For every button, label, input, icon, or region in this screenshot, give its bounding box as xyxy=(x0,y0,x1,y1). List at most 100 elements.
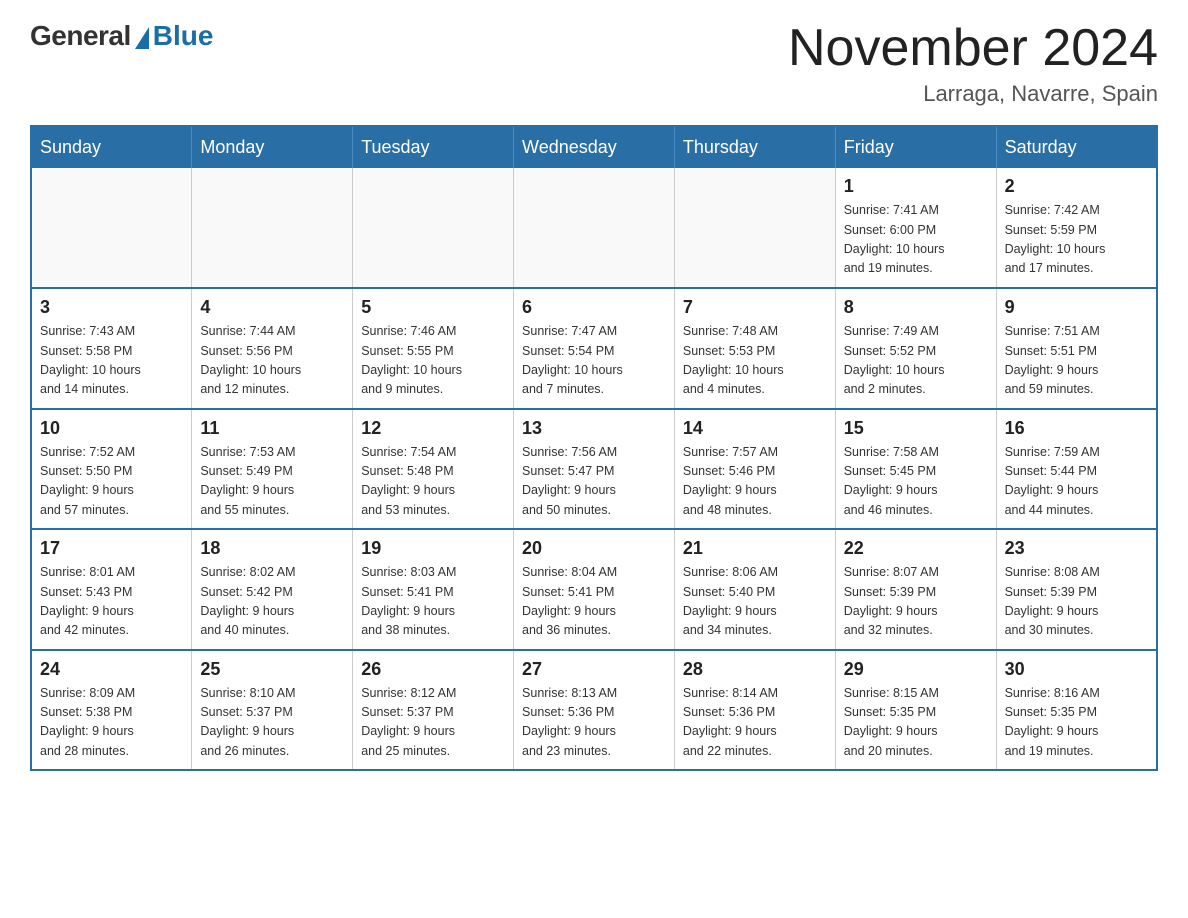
day-number: 20 xyxy=(522,538,666,559)
table-row xyxy=(674,168,835,288)
location-subtitle: Larraga, Navarre, Spain xyxy=(788,81,1158,107)
week-row-5: 24 Sunrise: 8:09 AM Sunset: 5:38 PM Dayli… xyxy=(31,650,1157,771)
day-info: Sunrise: 8:06 AM Sunset: 5:40 PM Dayligh… xyxy=(683,563,827,641)
day-number: 13 xyxy=(522,418,666,439)
day-info: Sunrise: 8:10 AM Sunset: 5:37 PM Dayligh… xyxy=(200,684,344,762)
day-number: 15 xyxy=(844,418,988,439)
day-info: Sunrise: 8:15 AM Sunset: 5:35 PM Dayligh… xyxy=(844,684,988,762)
page-header: General Blue November 2024 Larraga, Nava… xyxy=(30,20,1158,107)
day-info: Sunrise: 8:09 AM Sunset: 5:38 PM Dayligh… xyxy=(40,684,183,762)
table-row: 29Sunrise: 8:15 AM Sunset: 5:35 PM Dayli… xyxy=(835,650,996,771)
table-row: 6Sunrise: 7:47 AM Sunset: 5:54 PM Daylig… xyxy=(514,288,675,409)
day-info: Sunrise: 8:01 AM Sunset: 5:43 PM Dayligh… xyxy=(40,563,183,641)
day-info: Sunrise: 8:03 AM Sunset: 5:41 PM Dayligh… xyxy=(361,563,505,641)
table-row: 12 Sunrise: 7:54 AM Sunset: 5:48 PM Dayli… xyxy=(353,409,514,530)
day-info: Sunrise: 7:51 AM Sunset: 5:51 PM Dayligh… xyxy=(1005,322,1148,400)
logo: General Blue xyxy=(30,20,213,52)
title-section: November 2024 Larraga, Navarre, Spain xyxy=(788,20,1158,107)
table-row: 11 Sunrise: 7:53 AM Sunset: 5:49 PM Dayli… xyxy=(192,409,353,530)
day-number: 2 xyxy=(1005,176,1148,197)
day-number: 26 xyxy=(361,659,505,680)
day-number: 11 xyxy=(200,418,344,439)
day-info: Sunrise: 7:41 AM Sunset: 6:00 PM Dayligh… xyxy=(844,201,988,279)
table-row: 24 Sunrise: 8:09 AM Sunset: 5:38 PM Dayli… xyxy=(31,650,192,771)
table-row: 23 Sunrise: 8:08 AM Sunset: 5:39 PM Dayli… xyxy=(996,529,1157,650)
day-info: Sunrise: 7:57 AM Sunset: 5:46 PM Dayligh… xyxy=(683,443,827,521)
day-number: 16 xyxy=(1005,418,1148,439)
table-row: 30Sunrise: 8:16 AM Sunset: 5:35 PM Dayli… xyxy=(996,650,1157,771)
table-row: 26Sunrise: 8:12 AM Sunset: 5:37 PM Dayli… xyxy=(353,650,514,771)
day-info: Sunrise: 8:14 AM Sunset: 5:36 PM Dayligh… xyxy=(683,684,827,762)
day-number: 18 xyxy=(200,538,344,559)
table-row: 17 Sunrise: 8:01 AM Sunset: 5:43 PM Dayli… xyxy=(31,529,192,650)
table-row: 14Sunrise: 7:57 AM Sunset: 5:46 PM Dayli… xyxy=(674,409,835,530)
weekday-header-tuesday: Tuesday xyxy=(353,126,514,168)
day-number: 24 xyxy=(40,659,183,680)
day-number: 17 xyxy=(40,538,183,559)
day-number: 8 xyxy=(844,297,988,318)
day-number: 28 xyxy=(683,659,827,680)
table-row: 15 Sunrise: 7:58 AM Sunset: 5:45 PM Dayli… xyxy=(835,409,996,530)
day-info: Sunrise: 7:53 AM Sunset: 5:49 PM Dayligh… xyxy=(200,443,344,521)
day-info: Sunrise: 7:43 AM Sunset: 5:58 PM Dayligh… xyxy=(40,322,183,400)
table-row: 21 Sunrise: 8:06 AM Sunset: 5:40 PM Dayli… xyxy=(674,529,835,650)
calendar-body: 1 Sunrise: 7:41 AM Sunset: 6:00 PM Daylig… xyxy=(31,168,1157,770)
table-row: 10 Sunrise: 7:52 AM Sunset: 5:50 PM Dayli… xyxy=(31,409,192,530)
calendar-header: SundayMondayTuesdayWednesdayThursdayFrid… xyxy=(31,126,1157,168)
day-number: 7 xyxy=(683,297,827,318)
weekday-header-row: SundayMondayTuesdayWednesdayThursdayFrid… xyxy=(31,126,1157,168)
day-number: 5 xyxy=(361,297,505,318)
day-info: Sunrise: 7:47 AM Sunset: 5:54 PM Dayligh… xyxy=(522,322,666,400)
table-row: 18 Sunrise: 8:02 AM Sunset: 5:42 PM Dayli… xyxy=(192,529,353,650)
table-row: 28 Sunrise: 8:14 AM Sunset: 5:36 PM Dayli… xyxy=(674,650,835,771)
table-row: 9Sunrise: 7:51 AM Sunset: 5:51 PM Daylig… xyxy=(996,288,1157,409)
table-row: 19Sunrise: 8:03 AM Sunset: 5:41 PM Dayli… xyxy=(353,529,514,650)
day-number: 30 xyxy=(1005,659,1148,680)
table-row: 27Sunrise: 8:13 AM Sunset: 5:36 PM Dayli… xyxy=(514,650,675,771)
day-info: Sunrise: 7:44 AM Sunset: 5:56 PM Dayligh… xyxy=(200,322,344,400)
day-info: Sunrise: 7:48 AM Sunset: 5:53 PM Dayligh… xyxy=(683,322,827,400)
weekday-header-thursday: Thursday xyxy=(674,126,835,168)
day-info: Sunrise: 7:54 AM Sunset: 5:48 PM Dayligh… xyxy=(361,443,505,521)
weekday-header-saturday: Saturday xyxy=(996,126,1157,168)
weekday-header-friday: Friday xyxy=(835,126,996,168)
day-info: Sunrise: 8:08 AM Sunset: 5:39 PM Dayligh… xyxy=(1005,563,1148,641)
day-info: Sunrise: 7:56 AM Sunset: 5:47 PM Dayligh… xyxy=(522,443,666,521)
week-row-4: 17 Sunrise: 8:01 AM Sunset: 5:43 PM Dayli… xyxy=(31,529,1157,650)
table-row: 25 Sunrise: 8:10 AM Sunset: 5:37 PM Dayli… xyxy=(192,650,353,771)
day-info: Sunrise: 7:59 AM Sunset: 5:44 PM Dayligh… xyxy=(1005,443,1148,521)
day-number: 25 xyxy=(200,659,344,680)
logo-general-text: General xyxy=(30,20,131,52)
month-title: November 2024 xyxy=(788,20,1158,77)
week-row-1: 1 Sunrise: 7:41 AM Sunset: 6:00 PM Daylig… xyxy=(31,168,1157,288)
day-number: 23 xyxy=(1005,538,1148,559)
table-row xyxy=(514,168,675,288)
table-row: 4Sunrise: 7:44 AM Sunset: 5:56 PM Daylig… xyxy=(192,288,353,409)
table-row: 20 Sunrise: 8:04 AM Sunset: 5:41 PM Dayli… xyxy=(514,529,675,650)
day-info: Sunrise: 7:46 AM Sunset: 5:55 PM Dayligh… xyxy=(361,322,505,400)
table-row: 22Sunrise: 8:07 AM Sunset: 5:39 PM Dayli… xyxy=(835,529,996,650)
logo-triangle-icon xyxy=(135,27,149,49)
week-row-2: 3Sunrise: 7:43 AM Sunset: 5:58 PM Daylig… xyxy=(31,288,1157,409)
day-info: Sunrise: 7:49 AM Sunset: 5:52 PM Dayligh… xyxy=(844,322,988,400)
day-number: 12 xyxy=(361,418,505,439)
table-row xyxy=(353,168,514,288)
weekday-header-sunday: Sunday xyxy=(31,126,192,168)
day-info: Sunrise: 8:02 AM Sunset: 5:42 PM Dayligh… xyxy=(200,563,344,641)
table-row: 16 Sunrise: 7:59 AM Sunset: 5:44 PM Dayli… xyxy=(996,409,1157,530)
day-info: Sunrise: 7:58 AM Sunset: 5:45 PM Dayligh… xyxy=(844,443,988,521)
table-row: 2 Sunrise: 7:42 AM Sunset: 5:59 PM Daylig… xyxy=(996,168,1157,288)
table-row: 8 Sunrise: 7:49 AM Sunset: 5:52 PM Daylig… xyxy=(835,288,996,409)
day-number: 21 xyxy=(683,538,827,559)
weekday-header-monday: Monday xyxy=(192,126,353,168)
calendar-table: SundayMondayTuesdayWednesdayThursdayFrid… xyxy=(30,125,1158,771)
day-info: Sunrise: 7:42 AM Sunset: 5:59 PM Dayligh… xyxy=(1005,201,1148,279)
week-row-3: 10 Sunrise: 7:52 AM Sunset: 5:50 PM Dayli… xyxy=(31,409,1157,530)
table-row: 13 Sunrise: 7:56 AM Sunset: 5:47 PM Dayli… xyxy=(514,409,675,530)
day-number: 1 xyxy=(844,176,988,197)
day-info: Sunrise: 8:04 AM Sunset: 5:41 PM Dayligh… xyxy=(522,563,666,641)
day-number: 10 xyxy=(40,418,183,439)
table-row: 7 Sunrise: 7:48 AM Sunset: 5:53 PM Daylig… xyxy=(674,288,835,409)
day-info: Sunrise: 7:52 AM Sunset: 5:50 PM Dayligh… xyxy=(40,443,183,521)
day-number: 27 xyxy=(522,659,666,680)
